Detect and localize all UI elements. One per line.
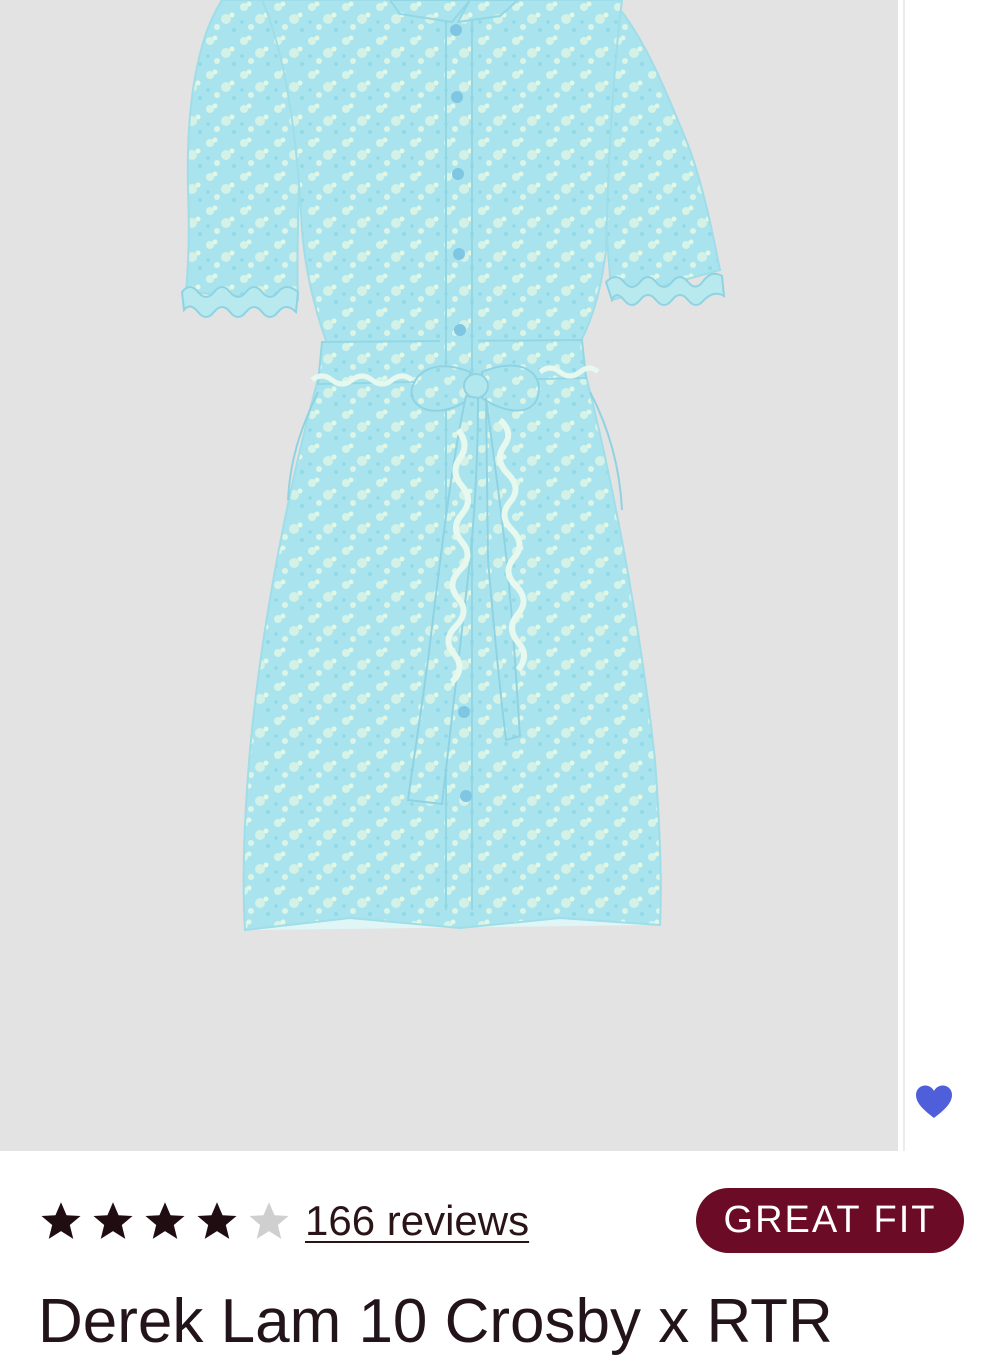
- reviews-link[interactable]: 166 reviews: [305, 1197, 529, 1245]
- product-image-slide[interactable]: [0, 0, 898, 1151]
- favorite-button[interactable]: [908, 1078, 960, 1126]
- star-filled-icon: [93, 1202, 133, 1239]
- star-filled-icon: [197, 1202, 237, 1239]
- heart-icon: [916, 1085, 952, 1118]
- product-image-gallery[interactable]: [0, 0, 1000, 1151]
- star-filled-icon: [145, 1202, 185, 1239]
- star-rating[interactable]: [38, 1198, 292, 1244]
- fit-badge: GREAT FIT: [696, 1188, 964, 1253]
- star-empty-icon: [249, 1202, 289, 1239]
- product-image: [180, 0, 726, 932]
- product-title: Derek Lam 10 Crosby x RTR: [38, 1287, 833, 1356]
- next-image-slide-peek[interactable]: [903, 0, 1000, 1151]
- star-filled-icon: [41, 1202, 81, 1239]
